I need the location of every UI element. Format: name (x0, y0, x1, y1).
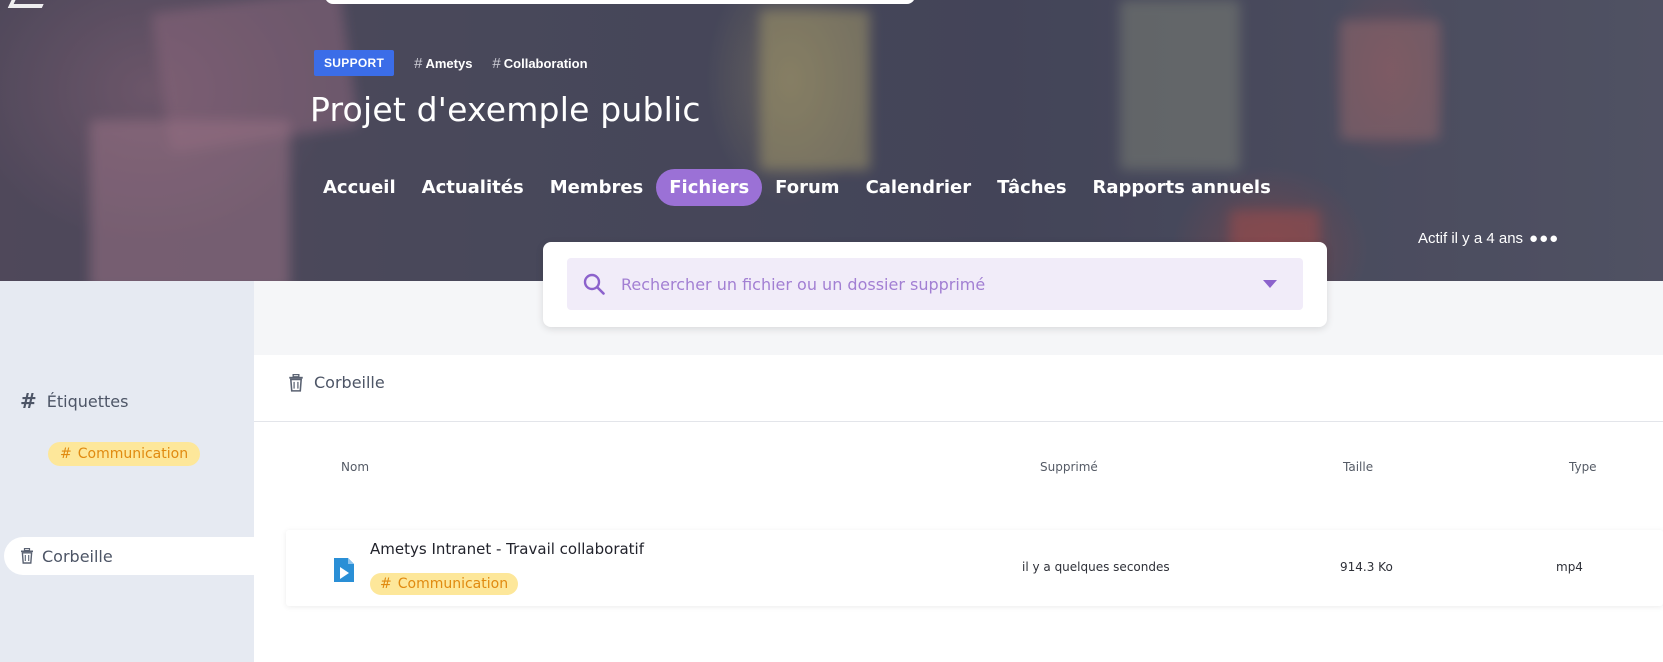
tag-ametys[interactable]: # Ametys (414, 55, 472, 72)
search-icon (583, 273, 605, 295)
chevron-down-icon[interactable] (1263, 280, 1277, 288)
nav-calendrier[interactable]: Calendrier (853, 169, 985, 206)
trash-icon (21, 548, 33, 564)
video-file-icon (334, 558, 354, 582)
hash-icon: # (380, 576, 392, 592)
nav-rapports-annuels[interactable]: Rapports annuels (1080, 169, 1284, 206)
nav-fichiers[interactable]: Fichiers (656, 169, 763, 206)
hash-icon: # (60, 446, 72, 462)
page-title: Projet d'exemple public (310, 90, 701, 129)
column-header-type[interactable]: Type (1569, 460, 1597, 474)
sidebar: # Étiquettes # Communication Corbeille (0, 281, 254, 662)
nav-actualites[interactable]: Actualités (409, 169, 537, 206)
tags-section-title: # Étiquettes (20, 389, 128, 413)
tag-label: Collaboration (503, 55, 588, 71)
nav-forum[interactable]: Forum (762, 169, 852, 206)
global-search-bar-edge[interactable] (325, 0, 915, 4)
tag-label: Ametys (425, 55, 473, 71)
more-options-icon[interactable]: ●●● (1529, 230, 1559, 247)
project-nav: Accueil Actualités Membres Fichiers Foru… (310, 169, 1284, 206)
activity-label: Actif il y a 4 ans (1418, 230, 1524, 247)
column-header-size[interactable]: Taille (1343, 460, 1373, 474)
file-type: mp4 (1556, 560, 1583, 574)
breadcrumb-label: Corbeille (314, 373, 385, 392)
column-header-name[interactable]: Nom (341, 460, 369, 474)
file-tag-communication[interactable]: # Communication (370, 573, 519, 595)
deleted-date: il y a quelques secondes (1022, 560, 1170, 574)
trash-icon (289, 373, 303, 392)
sidebar-tag-communication[interactable]: # Communication (48, 442, 201, 466)
activity-status: Actif il y a 4 ans ●●● (1418, 230, 1559, 247)
breadcrumb: Corbeille (288, 373, 385, 392)
tags-title-label: Étiquettes (46, 391, 129, 411)
deleted-search-card (543, 242, 1327, 327)
search-input[interactable] (621, 274, 1263, 294)
support-badge: SUPPORT (314, 50, 395, 76)
hash-icon: # (492, 54, 501, 72)
file-size: 914.3 Ko (1340, 560, 1393, 574)
tag-collaboration[interactable]: # Collaboration (492, 55, 587, 72)
table-row[interactable]: Ametys Intranet - Travail collaboratif #… (286, 530, 1663, 606)
tag-label: Communication (77, 446, 189, 462)
sidebar-item-corbeille[interactable]: Corbeille (4, 537, 254, 575)
project-tags: SUPPORT # Ametys # Collaboration (314, 50, 588, 76)
search-field (567, 258, 1303, 310)
hash-icon: # (20, 389, 37, 413)
tag-label: Communication (397, 576, 509, 592)
nav-membres[interactable]: Membres (537, 169, 657, 206)
file-name[interactable]: Ametys Intranet - Travail collaboratif (370, 540, 644, 558)
hash-icon: # (414, 54, 423, 72)
sidebar-item-label: Corbeille (42, 546, 113, 566)
nav-taches[interactable]: Tâches (984, 169, 1079, 206)
project-banner (0, 0, 1663, 281)
column-header-deleted[interactable]: Supprimé (1040, 460, 1098, 474)
nav-accueil[interactable]: Accueil (310, 169, 409, 206)
divider (254, 421, 1663, 422)
trash-panel: Corbeille Nom Supprimé Taille Type Amety… (254, 355, 1663, 662)
